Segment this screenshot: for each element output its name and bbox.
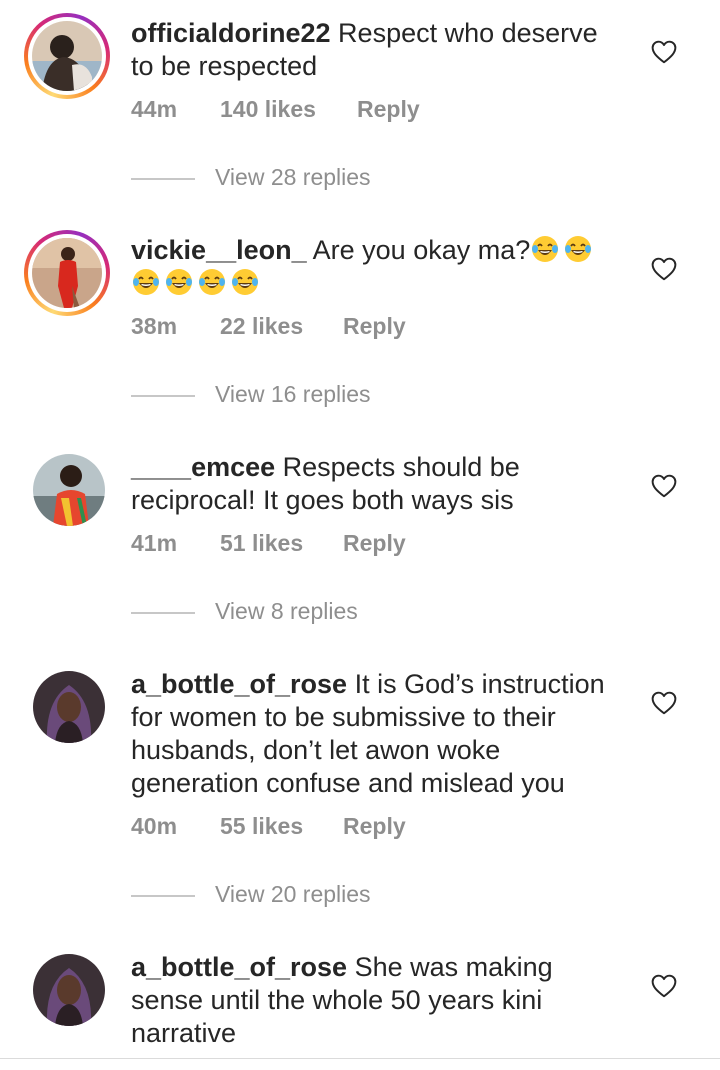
bottom-divider: [0, 1058, 720, 1059]
avatar-story-ring[interactable]: [24, 13, 110, 99]
comment-likes[interactable]: 140 likes: [220, 96, 316, 123]
comment-username[interactable]: vickie__leon_: [131, 235, 307, 265]
comment-text: a_bottle_of_rose It is God’s instruction…: [131, 668, 621, 800]
avatar[interactable]: [33, 671, 105, 743]
comment-username[interactable]: a_bottle_of_rose: [131, 952, 347, 982]
avatar-story-ring[interactable]: [24, 230, 110, 316]
comment-time: 40m: [131, 813, 178, 839]
view-replies-label: View 28 replies: [215, 164, 371, 190]
reply-button[interactable]: Reply: [343, 313, 406, 340]
comment-text: vickie__leon_ Are you okay ma?: [131, 234, 621, 300]
tears-of-joy-emoji-icon: [532, 236, 559, 262]
heart-outline-icon[interactable]: [651, 40, 677, 64]
tears-of-joy-emoji-icon: [199, 269, 225, 295]
heart-outline-icon[interactable]: [651, 691, 677, 715]
tears-of-joy-emoji-icon: [166, 269, 192, 295]
tears-of-joy-emoji-icon: [133, 269, 159, 295]
view-replies-button[interactable]: View 8 replies: [131, 598, 531, 628]
avatar-image: [33, 671, 105, 743]
divider: [131, 395, 195, 397]
comment-username[interactable]: officialdorine22: [131, 18, 331, 48]
comment-likes[interactable]: 55 likes: [220, 813, 303, 840]
reply-button[interactable]: Reply: [343, 813, 406, 840]
avatar[interactable]: [33, 454, 105, 526]
comment-username[interactable]: ____emcee: [131, 452, 275, 482]
comment-time: 44m: [131, 96, 178, 122]
comment-likes[interactable]: 51 likes: [220, 530, 303, 557]
avatar: [32, 21, 102, 91]
reply-button[interactable]: Reply: [357, 96, 420, 123]
comment-time: 41m: [131, 530, 178, 556]
heart-outline-icon[interactable]: [651, 474, 677, 498]
view-replies-label: View 20 replies: [215, 881, 371, 907]
comment-text: officialdorine22 Respect who deserve to …: [131, 17, 621, 83]
comment-text: a_bottle_of_rose She was making sense un…: [131, 951, 621, 1050]
reply-button[interactable]: Reply: [343, 530, 406, 557]
view-replies-button[interactable]: View 16 replies: [131, 381, 531, 411]
avatar: [32, 238, 102, 308]
comment-body: Are you okay ma?: [306, 235, 531, 265]
comment-text: ____emcee Respects should be reciprocal!…: [131, 451, 621, 517]
divider: [131, 178, 195, 180]
heart-outline-icon[interactable]: [651, 974, 677, 998]
tears-of-joy-emoji-icon: [565, 236, 592, 262]
avatar-image: [33, 954, 105, 1026]
view-replies-button[interactable]: View 28 replies: [131, 164, 531, 194]
comment-username[interactable]: a_bottle_of_rose: [131, 669, 347, 699]
comment-likes[interactable]: 22 likes: [220, 313, 303, 340]
comment-time: 38m: [131, 313, 178, 339]
view-replies-button[interactable]: View 20 replies: [131, 881, 531, 911]
view-replies-label: View 16 replies: [215, 381, 371, 407]
heart-outline-icon[interactable]: [651, 257, 677, 281]
divider: [131, 895, 195, 897]
divider: [131, 612, 195, 614]
avatar-image: [33, 454, 105, 526]
view-replies-label: View 8 replies: [215, 598, 358, 624]
tears-of-joy-emoji-icon: [232, 269, 258, 295]
avatar[interactable]: [33, 954, 105, 1026]
